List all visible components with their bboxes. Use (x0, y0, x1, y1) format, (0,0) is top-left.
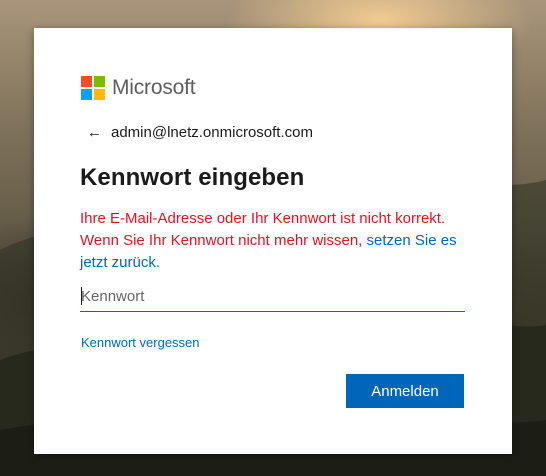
brand-name: Microsoft (112, 76, 196, 99)
sign-in-button[interactable]: Anmelden (346, 374, 464, 408)
microsoft-logo-icon (81, 76, 105, 100)
microsoft-logo: Microsoft (81, 76, 196, 100)
logo-square-yellow (94, 89, 105, 100)
text-caret (81, 287, 82, 305)
page-title: Kennwort eingeben (80, 164, 305, 191)
sign-in-card: Microsoft ← admin@lnetz.onmicrosoft.com … (34, 28, 512, 454)
error-message: Ihre E-Mail-Adresse oder Ihr Kennwort is… (80, 208, 476, 274)
logo-square-blue (81, 89, 92, 100)
forgot-password-link[interactable]: Kennwort vergessen (81, 335, 200, 350)
account-email: admin@lnetz.onmicrosoft.com (111, 124, 313, 141)
logo-square-green (94, 76, 105, 87)
password-input[interactable] (80, 281, 465, 312)
back-arrow-icon[interactable]: ← (87, 124, 102, 141)
logo-square-red (81, 76, 92, 87)
identity-banner[interactable]: ← admin@lnetz.onmicrosoft.com (87, 124, 313, 141)
